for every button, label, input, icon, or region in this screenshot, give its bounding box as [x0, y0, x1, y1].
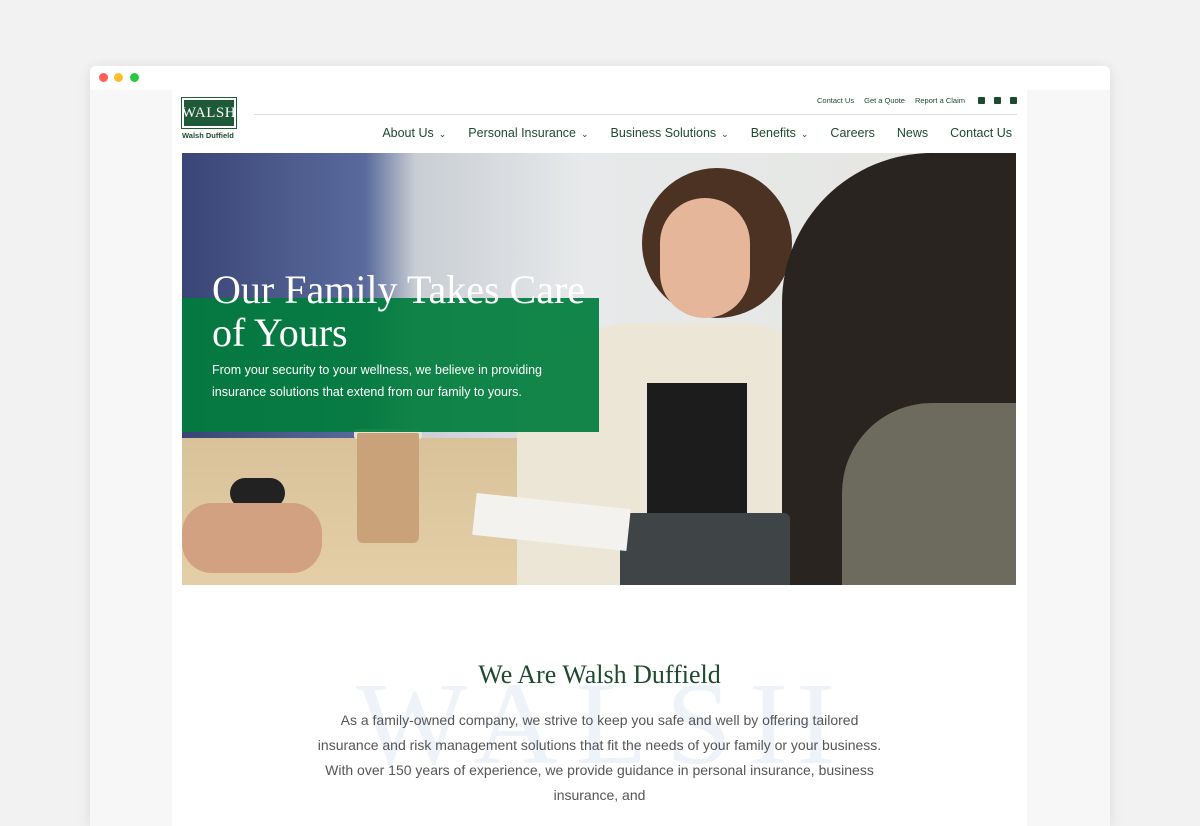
hero-photo-coffee-cup [357, 433, 419, 543]
hero-photo-hand [182, 503, 322, 573]
section-title: We Are Walsh Duffield [478, 660, 721, 689]
nav-item-label: Business Solutions [610, 126, 717, 140]
nav-item-label: Personal Insurance [468, 126, 576, 140]
logo-subtitle: Walsh Duffield [182, 131, 234, 140]
utility-link-report-a-claim[interactable]: Report a Claim [915, 96, 965, 105]
chevron-down-icon: ⌄ [438, 128, 447, 139]
section-body: As a family-owned company, we strive to … [317, 712, 882, 803]
logo-text: WALSH [181, 104, 237, 121]
facebook-icon[interactable] [978, 96, 985, 104]
hero-title: Our Family Takes Care of Yours [212, 267, 586, 355]
browser-viewport: WALSH Walsh Duffield Contact Us Get a Qu… [90, 90, 1110, 826]
maximize-window-icon[interactable] [130, 73, 139, 82]
hero-subtitle: From your security to your wellness, we … [212, 363, 542, 399]
nav-item-benefits[interactable]: Benefits ⌄ [751, 126, 809, 140]
hero-photo-woman-face [660, 198, 750, 318]
nav-item-label: Careers [830, 126, 875, 140]
hero-photo-tablet [620, 513, 790, 585]
window-titlebar [90, 66, 1110, 90]
header-divider [254, 114, 1017, 115]
nav-item-business-solutions[interactable]: Business Solutions ⌄ [611, 126, 729, 140]
web-page: WALSH Walsh Duffield Contact Us Get a Qu… [172, 90, 1027, 826]
nav-item-about-us[interactable]: About Us ⌄ [382, 126, 446, 140]
nav-item-label: About Us [382, 126, 434, 140]
close-window-icon[interactable] [99, 73, 108, 82]
nav-item-label: Contact Us [950, 126, 1012, 140]
utility-link-contact-us[interactable]: Contact Us [817, 96, 854, 105]
site-logo[interactable]: WALSH Walsh Duffield [181, 97, 238, 140]
hero-banner: Our Family Takes Care of Yours From your… [182, 153, 1016, 585]
utility-nav: Contact Us Get a Quote Report a Claim [807, 94, 1017, 106]
nav-item-personal-insurance[interactable]: Personal Insurance ⌄ [468, 126, 588, 140]
nav-item-label: News [896, 126, 929, 140]
minimize-window-icon[interactable] [114, 73, 123, 82]
hero-photo-person-jacket [842, 403, 1016, 585]
browser-window: WALSH Walsh Duffield Contact Us Get a Qu… [90, 66, 1110, 826]
twitter-icon[interactable] [1010, 96, 1017, 104]
nav-item-contact-us[interactable]: Contact Us [950, 126, 1012, 140]
nav-item-careers[interactable]: Careers [830, 126, 874, 140]
nav-item-label: Benefits [750, 126, 796, 140]
chevron-down-icon: ⌄ [721, 128, 729, 139]
chevron-down-icon: ⌄ [580, 128, 589, 139]
nav-item-news[interactable]: News [897, 126, 928, 140]
chevron-down-icon: ⌄ [800, 128, 809, 139]
logo-mark: WALSH [181, 97, 237, 129]
linkedin-icon[interactable] [994, 96, 1001, 104]
utility-link-get-a-quote[interactable]: Get a Quote [864, 96, 905, 105]
main-nav: About Us ⌄ Personal Insurance ⌄ Business… [382, 126, 1012, 140]
